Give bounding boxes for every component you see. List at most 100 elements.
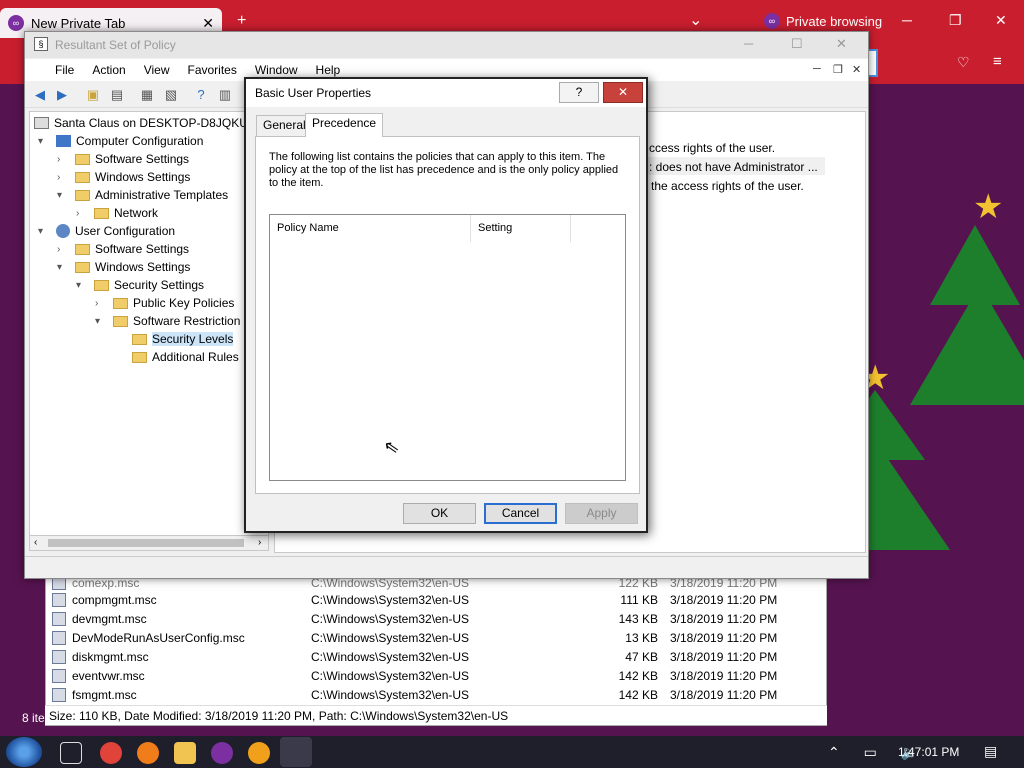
precedence-panel: The following list contains the policies… [255,136,640,494]
firefox-icon[interactable] [137,742,159,764]
tree-node-software-settings[interactable]: › Software Settings [57,150,189,168]
details-row-text[interactable]: : does not have Administrator ... [649,160,818,174]
forward-arrow-icon[interactable]: ▶ [54,87,70,103]
tree-node-software-restriction[interactable]: ▾ Software Restriction P [95,312,252,330]
tree-node-user-windows-settings[interactable]: ▾ Windows Settings [57,258,190,276]
menu-window[interactable]: Window [255,63,298,77]
user-icon [56,224,70,238]
show-hide-tree-icon[interactable]: ▤ [109,87,125,103]
policy-icon [34,117,49,129]
apply-button[interactable]: Apply [565,503,638,524]
scroll-right-icon[interactable]: › [258,537,261,548]
start-button[interactable] [6,737,42,767]
details-row-text[interactable]: ccess rights of the user. [649,141,775,155]
tree-node-admin-templates[interactable]: ▾ Administrative Templates [57,186,228,204]
browser-minimize-button[interactable]: ─ [902,12,912,28]
computer-icon [56,135,71,147]
mdi-restore-button[interactable]: ❐ [833,63,843,76]
folder-icon [113,315,128,327]
tree-horizontal-scrollbar[interactable]: ‹ › [29,535,269,551]
task-view-icon[interactable] [60,742,82,764]
expander-icon[interactable]: ▾ [57,190,69,201]
expander-icon[interactable]: › [57,244,69,255]
rsop-close-button[interactable]: ✕ [836,36,847,52]
menu-file[interactable]: File [55,63,74,77]
scroll-thumb[interactable] [48,539,244,547]
list-item[interactable]: fsmgmt.msc C:\Windows\System32\en-US 142… [52,685,822,704]
properties-icon[interactable]: ▧ [163,87,179,103]
details-row-text[interactable]: the access rights of the user. [651,179,804,193]
properties-dialog: Basic User Properties ? ✕ General Preced… [244,77,648,533]
tree-node-security-levels[interactable]: Security Levels [132,330,234,348]
help-icon[interactable]: ? [193,87,209,103]
new-tab-button[interactable]: + [237,12,246,30]
tree-node-security-settings[interactable]: ▾ Security Settings [76,276,204,294]
rsop-title: Resultant Set of Policy [55,38,176,52]
mdi-close-button[interactable]: ✕ [852,63,861,76]
list-item[interactable]: DevModeRunAsUserConfig.msc C:\Windows\Sy… [52,628,822,647]
tree-node-computer-config[interactable]: ▾ Computer Configuration [38,132,203,150]
policy-list[interactable]: Policy Name Setting [269,214,626,481]
mdi-minimize-button[interactable]: ─ [813,63,821,75]
rsop-maximize-button[interactable]: ☐ [791,36,803,52]
pocket-icon[interactable]: ♡ [957,54,970,71]
list-item[interactable]: diskmgmt.msc C:\Windows\System32\en-US 4… [52,647,822,666]
chrome-icon[interactable] [100,742,122,764]
menu-action[interactable]: Action [92,63,125,77]
notifications-icon[interactable]: ▤ [984,743,997,760]
tabs-menu-chevron-icon[interactable]: ⌄ [689,10,702,30]
expander-icon[interactable]: ▾ [57,262,69,273]
expander-icon[interactable]: ▾ [76,280,88,291]
file-explorer-icon[interactable] [174,742,196,764]
dialog-close-button[interactable]: ✕ [603,82,643,103]
list-item[interactable]: eventvwr.msc C:\Windows\System32\en-US 1… [52,666,822,685]
expander-icon[interactable]: › [57,172,69,183]
rsop-taskbar-icon[interactable] [280,737,312,767]
column-header-policy-name[interactable]: Policy Name [270,215,471,242]
tree-node-public-key-policies[interactable]: › Public Key Policies [95,294,234,312]
menu-view[interactable]: View [144,63,170,77]
hamburger-menu-icon[interactable]: ≡ [993,53,1002,70]
ok-button[interactable]: OK [403,503,476,524]
tree-node-network[interactable]: › Network [76,204,158,222]
rsop-minimize-button[interactable]: ─ [744,36,753,51]
expander-icon[interactable]: › [57,154,69,165]
tree-node-windows-settings[interactable]: › Windows Settings [57,168,190,186]
expander-icon[interactable]: › [95,298,107,309]
browser-maximize-button[interactable]: ❐ [949,12,962,29]
private-label: Private browsing [786,13,883,29]
expander-icon[interactable]: ▾ [38,136,50,147]
expander-icon[interactable]: ▾ [95,316,107,327]
msc-file-icon [52,687,66,702]
export-list-icon[interactable]: ▦ [139,87,155,103]
dialog-help-button[interactable]: ? [559,82,599,103]
clock[interactable]: 1:47:01 PM [898,745,959,759]
msc-file-icon [52,611,66,626]
back-arrow-icon[interactable]: ◀ [32,87,48,103]
tree-node-root[interactable]: Santa Claus on DESKTOP-D8JQKUA - [34,114,263,132]
menu-favorites[interactable]: Favorites [188,63,237,77]
tree-node-user-software-settings[interactable]: › Software Settings [57,240,189,258]
private-browser-icon[interactable] [211,742,233,764]
items-count: 8 ite [22,711,45,725]
browser-close-button[interactable]: ✕ [995,12,1007,29]
list-item[interactable]: devmgmt.msc C:\Windows\System32\en-US 14… [52,609,822,628]
tab-close-icon[interactable]: ✕ [202,15,214,32]
expander-icon[interactable]: › [76,208,88,219]
cancel-button[interactable]: Cancel [484,503,557,524]
tree-node-additional-rules[interactable]: Additional Rules [132,348,239,366]
folder-icon [94,207,109,219]
expander-icon[interactable]: ▾ [38,226,50,237]
show-action-pane-icon[interactable]: ▥ [217,87,233,103]
tree-node-user-config[interactable]: ▾ User Configuration [38,222,175,240]
tab-precedence[interactable]: Precedence [305,113,384,137]
column-header-setting[interactable]: Setting [471,215,571,242]
up-folder-icon[interactable]: ▣ [85,87,101,103]
private-browsing-indicator: ∞ Private browsing [764,13,882,29]
rsop-title-bar[interactable]: Resultant Set of Policy [25,32,868,58]
folder-icon [94,279,109,291]
list-item[interactable]: compmgmt.msc C:\Windows\System32\en-US 1… [52,590,822,609]
scroll-left-icon[interactable]: ‹ [34,537,37,548]
search-app-icon[interactable] [248,742,270,764]
menu-help[interactable]: Help [316,63,341,77]
